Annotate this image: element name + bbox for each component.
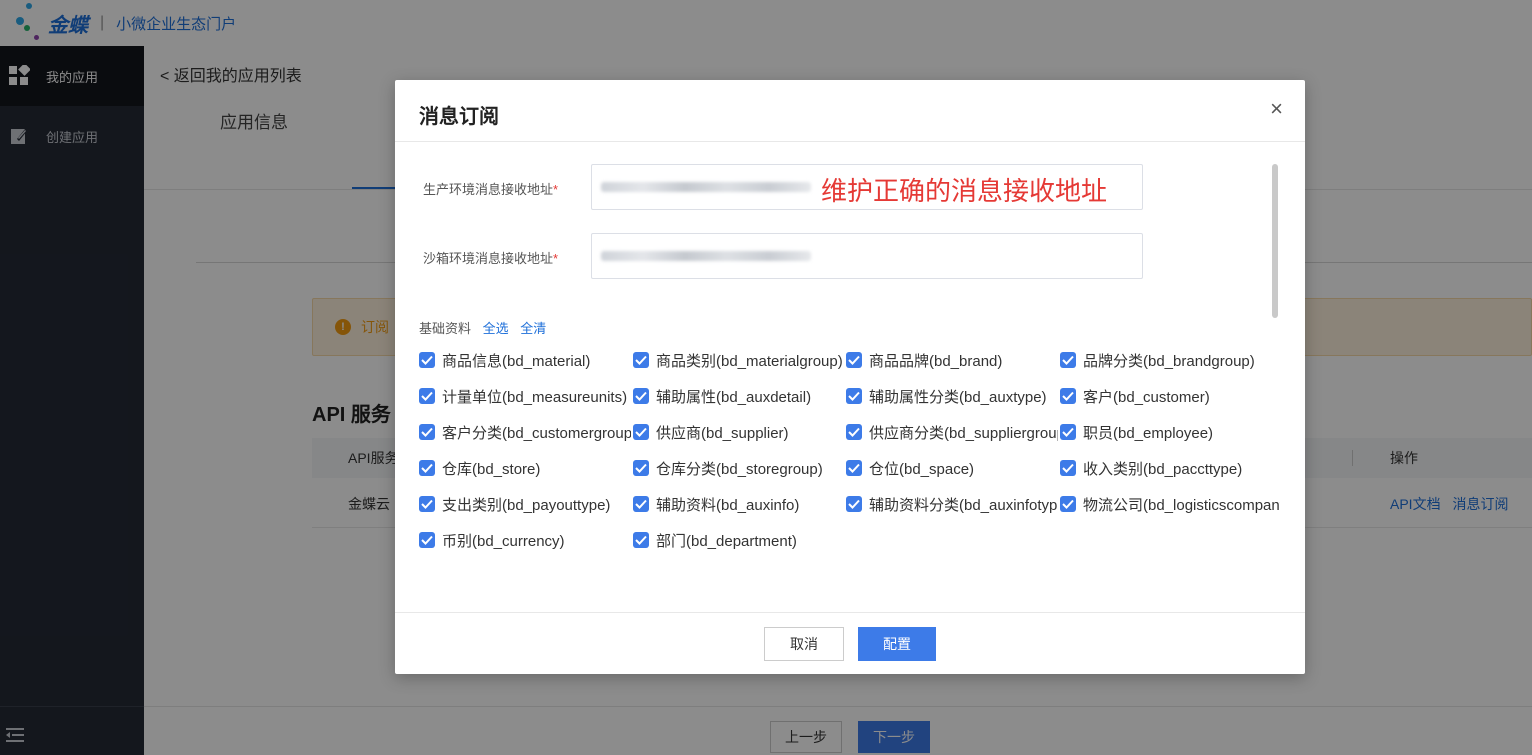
subscription-checkbox[interactable]: 物流公司(bd_logisticscompany) [1060,493,1280,515]
checkmark-icon [846,388,862,404]
checkbox-label: 商品信息(bd_material) [442,352,591,370]
checkmark-icon [633,352,649,368]
checkbox-label: 客户(bd_customer) [1083,388,1210,406]
dialog-footer: 取消 配置 [395,612,1305,674]
checkbox-label: 商品类别(bd_materialgroup) [656,352,843,370]
checkbox-label: 收入类别(bd_paccttype) [1083,460,1243,478]
checkbox-label: 部门(bd_department) [656,532,797,550]
checkmark-icon [419,352,435,368]
checkbox-label: 物流公司(bd_logisticscompany) [1083,496,1280,514]
subscription-checkbox[interactable]: 商品信息(bd_material) [419,349,631,371]
checkmark-icon [846,460,862,476]
prod-url-label: 生产环境消息接收地址* [423,182,559,197]
checkbox-label: 辅助资料分类(bd_auxinfotype) [869,496,1058,514]
prod-url-row: 生产环境消息接收地址* 维护正确的消息接收地址 [395,164,1155,210]
subscription-checkbox[interactable]: 商品品牌(bd_brand) [846,349,1058,371]
group-title: 基础资料 [419,321,472,336]
checkmark-icon [846,424,862,440]
clear-all-link[interactable]: 全清 [520,321,546,336]
required-mark: * [553,251,559,266]
subscription-checkbox[interactable]: 供应商分类(bd_suppliergroup) [846,421,1058,443]
subscription-checkbox[interactable]: 辅助属性(bd_auxdetail) [633,385,845,407]
checkmark-icon [1060,388,1076,404]
checkmark-icon [1060,352,1076,368]
subscription-checkbox[interactable]: 仓库(bd_store) [419,457,631,479]
checkbox-label: 仓库(bd_store) [442,460,541,478]
subscription-checkbox[interactable]: 品牌分类(bd_brandgroup) [1060,349,1280,371]
subscription-checkbox[interactable]: 仓位(bd_space) [846,457,1058,479]
checkbox-label: 仓库分类(bd_storegroup) [656,460,823,478]
subscription-checkbox[interactable]: 辅助资料分类(bd_auxinfotype) [846,493,1058,515]
checkbox-label: 计量单位(bd_measureunits) [442,388,628,406]
message-subscription-dialog: 消息订阅 × 生产环境消息接收地址* 维护正确的消息接收地址 沙箱环境消息接收地… [395,80,1305,674]
configure-button[interactable]: 配置 [858,627,936,661]
subscription-checkbox[interactable]: 币别(bd_currency) [419,529,631,551]
checkmark-icon [419,496,435,512]
dialog-header: 消息订阅 × [395,80,1305,142]
required-mark: * [553,182,559,197]
subscription-checkbox[interactable]: 仓库分类(bd_storegroup) [633,457,845,479]
checkbox-label: 供应商分类(bd_suppliergroup) [869,424,1058,442]
checkmark-icon [419,388,435,404]
subscription-checkbox[interactable]: 支出类别(bd_payouttype) [419,493,631,515]
basic-data-group-header: 基础资料 全选 全清 [419,318,546,337]
dialog-title: 消息订阅 [419,106,499,128]
sandbox-url-row: 沙箱环境消息接收地址* [395,233,1155,279]
checkmark-icon [846,496,862,512]
checkmark-icon [633,496,649,512]
checkbox-label: 职员(bd_employee) [1083,424,1214,442]
checkbox-label: 供应商(bd_supplier) [656,424,789,442]
checkmark-icon [633,460,649,476]
subscription-checkbox[interactable]: 辅助资料(bd_auxinfo) [633,493,845,515]
checkmark-icon [1060,496,1076,512]
checkbox-label: 辅助属性分类(bd_auxtype) [869,388,1047,406]
checkbox-label: 辅助属性(bd_auxdetail) [656,388,812,406]
subscription-checkbox[interactable]: 职员(bd_employee) [1060,421,1280,443]
subscription-checkbox[interactable]: 供应商(bd_supplier) [633,421,845,443]
checkmark-icon [419,460,435,476]
checkbox-label: 辅助资料(bd_auxinfo) [656,496,800,514]
select-all-link[interactable]: 全选 [483,321,509,336]
checkmark-icon [633,388,649,404]
checkmark-icon [419,532,435,548]
blurred-url-value [601,182,811,192]
checkbox-label: 仓位(bd_space) [869,460,975,478]
subscription-checkbox[interactable]: 客户(bd_customer) [1060,385,1280,407]
checkmark-icon [633,424,649,440]
checkmark-icon [1060,424,1076,440]
checkbox-label: 客户分类(bd_customergroup) [442,424,631,442]
checkmark-icon [846,352,862,368]
subscription-checkbox[interactable]: 辅助属性分类(bd_auxtype) [846,385,1058,407]
checkbox-label: 币别(bd_currency) [442,532,565,550]
dialog-scrollbar[interactable] [1272,164,1278,318]
close-icon[interactable]: × [1270,98,1283,120]
subscription-checkbox[interactable]: 部门(bd_department) [633,529,845,551]
checkbox-label: 商品品牌(bd_brand) [869,352,1003,370]
checkbox-label: 品牌分类(bd_brandgroup) [1083,352,1255,370]
checkmark-icon [633,532,649,548]
subscription-checkbox[interactable]: 计量单位(bd_measureunits) [419,385,631,407]
checkmark-icon [1060,460,1076,476]
checkmark-icon [419,424,435,440]
annotation-text: 维护正确的消息接收地址 [821,176,1108,206]
subscription-checkbox[interactable]: 收入类别(bd_paccttype) [1060,457,1280,479]
sandbox-url-label: 沙箱环境消息接收地址* [423,251,559,266]
blurred-url-value [601,251,811,261]
cancel-button[interactable]: 取消 [764,627,844,661]
checkbox-label: 支出类别(bd_payouttype) [442,496,611,514]
dialog-body: 生产环境消息接收地址* 维护正确的消息接收地址 沙箱环境消息接收地址* 基础资料… [395,142,1305,612]
subscription-checkbox[interactable]: 客户分类(bd_customergroup) [419,421,631,443]
subscription-checkbox[interactable]: 商品类别(bd_materialgroup) [633,349,845,371]
